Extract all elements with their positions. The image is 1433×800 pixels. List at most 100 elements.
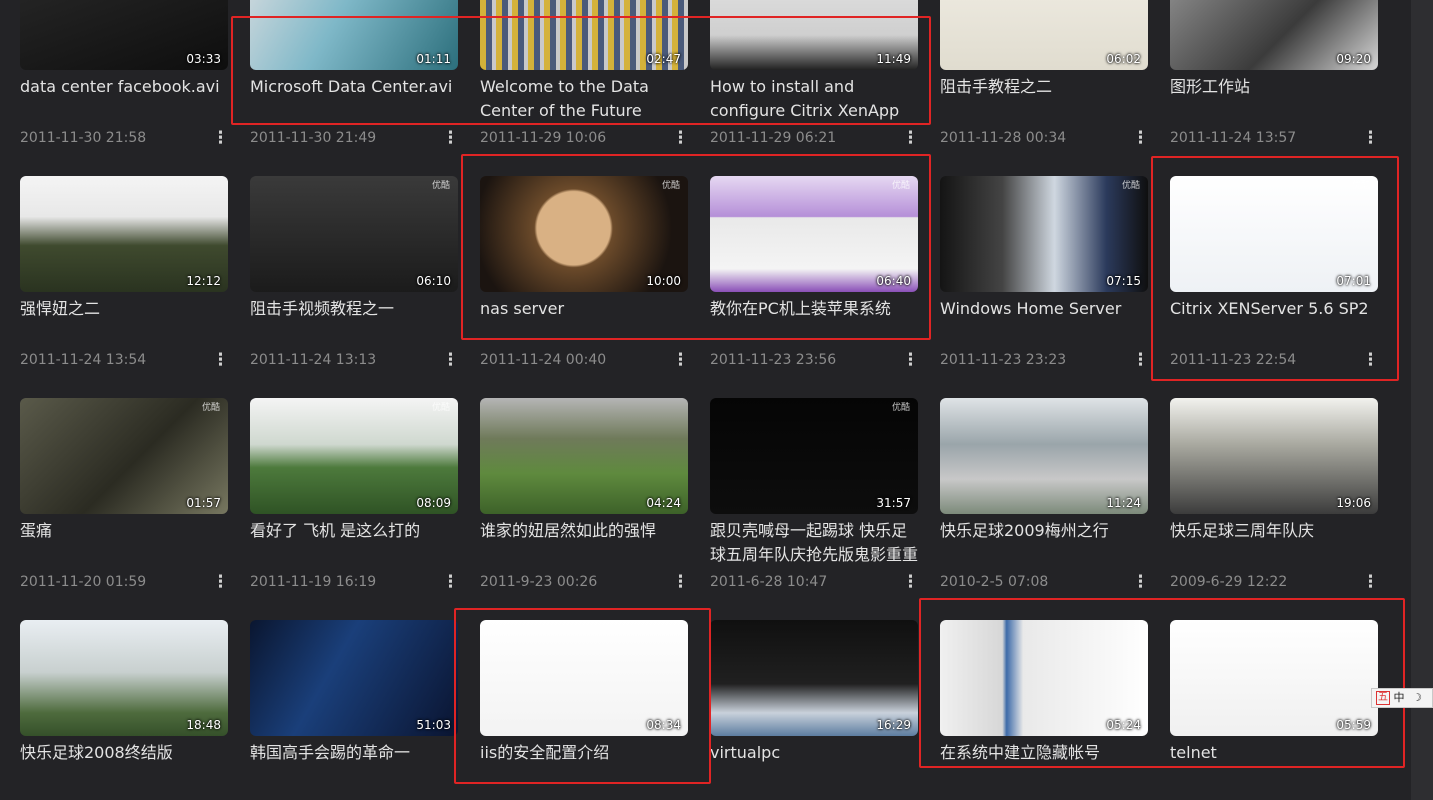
duration-label: 07:01: [1336, 274, 1371, 288]
video-title[interactable]: Welcome to the Data Center of the Future: [480, 75, 690, 123]
video-title[interactable]: 阻击手教程之二: [940, 75, 1150, 99]
video-title[interactable]: 蛋痛: [20, 519, 230, 543]
video-title[interactable]: iis的安全配置介绍: [480, 741, 690, 765]
more-options-icon[interactable]: ⋮: [672, 572, 689, 592]
ime-language-toggle[interactable]: 中: [1390, 690, 1408, 706]
scrollbar-track[interactable]: [1411, 0, 1433, 800]
video-title[interactable]: 快乐足球2009梅州之行: [940, 519, 1150, 543]
video-card[interactable]: 优酷 06:10 阻击手视频教程之一 2011-11-24 13:13 ⋮: [250, 176, 460, 370]
video-thumbnail[interactable]: Servers03:33: [20, 0, 228, 70]
video-thumbnail[interactable]: 18:48: [20, 620, 228, 736]
video-card[interactable]: 优酷 10:00 nas server 2011-11-24 00:40 ⋮: [480, 176, 690, 370]
video-card[interactable]: 优酷 08:09 看好了 飞机 是这么打的 2011-11-19 16:19 ⋮: [250, 398, 460, 592]
video-card[interactable]: 18:48 快乐足球2008终结版: [20, 620, 230, 780]
video-card[interactable]: 优酷 31:57 跟贝壳喊母一起踢球 快乐足球五周年队庆抢先版鬼影重重 2011-6-…: [710, 398, 920, 592]
duration-label: 08:34: [646, 718, 681, 732]
video-card[interactable]: 优酷 07:15 Windows Home Server 2011-11-23 23:…: [940, 176, 1150, 370]
duration-label: 11:24: [1106, 496, 1141, 510]
video-card[interactable]: 05:59 telnet: [1170, 620, 1380, 780]
video-title[interactable]: How to install and configure Citrix XenA…: [710, 75, 920, 123]
video-thumbnail[interactable]: 优酷 06:40: [710, 176, 918, 292]
ime-toolbar[interactable]: 五 中 ☽: [1371, 688, 1433, 708]
duration-label: 05:24: [1106, 718, 1141, 732]
video-title[interactable]: Microsoft Data Center.avi: [250, 75, 460, 99]
video-title[interactable]: Citrix XENServer 5.6 SP2: [1170, 297, 1380, 321]
source-badge: 优酷: [891, 403, 910, 413]
video-title[interactable]: 阻击手视频教程之一: [250, 297, 460, 321]
video-card[interactable]: 优酷 01:57 蛋痛 2011-11-20 01:59 ⋮: [20, 398, 230, 592]
video-thumbnail[interactable]: 06:02: [940, 0, 1148, 70]
more-options-icon[interactable]: ⋮: [672, 128, 689, 148]
video-title[interactable]: 在系统中建立隐藏帐号: [940, 741, 1150, 765]
video-thumbnail[interactable]: 优酷 31:57: [710, 398, 918, 514]
video-thumbnail[interactable]: 16:29: [710, 620, 918, 736]
video-thumbnail[interactable]: 05:24: [940, 620, 1148, 736]
video-card[interactable]: 01:11 Microsoft Data Center.avi 2011-11-30…: [250, 0, 460, 148]
video-thumbnail[interactable]: 01:11: [250, 0, 458, 70]
video-card[interactable]: 08:34 iis的安全配置介绍: [480, 620, 690, 780]
video-thumbnail[interactable]: 优酷 06:10: [250, 176, 458, 292]
video-card[interactable]: 优酷 06:40 教你在PC机上装苹果系统 2011-11-23 23:56 ⋮: [710, 176, 920, 370]
more-options-icon[interactable]: ⋮: [212, 350, 229, 370]
video-title[interactable]: 快乐足球三周年队庆: [1170, 519, 1380, 543]
video-title[interactable]: telnet: [1170, 741, 1380, 765]
video-card[interactable]: 12:12 强悍妞之二 2011-11-24 13:54 ⋮: [20, 176, 230, 370]
moon-icon[interactable]: ☽: [1408, 690, 1426, 706]
video-title[interactable]: data center facebook.avi: [20, 75, 230, 99]
video-card[interactable]: 51:03 韩国高手会踢的革命一: [250, 620, 460, 780]
more-options-icon[interactable]: ⋮: [672, 350, 689, 370]
video-title[interactable]: 图形工作站: [1170, 75, 1380, 99]
video-thumbnail[interactable]: 11:49: [710, 0, 918, 70]
video-card[interactable]: 06:02 阻击手教程之二 2011-11-28 00:34 ⋮: [940, 0, 1150, 148]
video-title[interactable]: Windows Home Server: [940, 297, 1150, 321]
video-thumbnail[interactable]: 51:03: [250, 620, 458, 736]
more-options-icon[interactable]: ⋮: [902, 572, 919, 592]
video-thumbnail[interactable]: 09:20: [1170, 0, 1378, 70]
video-title[interactable]: 看好了 飞机 是这么打的: [250, 519, 460, 543]
video-card[interactable]: 11:49 How to install and configure Citrix…: [710, 0, 920, 148]
more-options-icon[interactable]: ⋮: [442, 128, 459, 148]
more-options-icon[interactable]: ⋮: [442, 350, 459, 370]
video-thumbnail[interactable]: 优酷 07:15: [940, 176, 1148, 292]
video-title[interactable]: nas server: [480, 297, 690, 321]
more-options-icon[interactable]: ⋮: [1362, 350, 1379, 370]
video-thumbnail[interactable]: 05:59: [1170, 620, 1378, 736]
video-title[interactable]: 教你在PC机上装苹果系统: [710, 297, 920, 321]
more-options-icon[interactable]: ⋮: [1362, 128, 1379, 148]
video-thumbnail[interactable]: 02:47: [480, 0, 688, 70]
video-thumbnail[interactable]: 19:06: [1170, 398, 1378, 514]
more-options-icon[interactable]: ⋮: [902, 128, 919, 148]
more-options-icon[interactable]: ⋮: [1132, 128, 1149, 148]
video-thumbnail[interactable]: 优酷 10:00: [480, 176, 688, 292]
video-title[interactable]: 跟贝壳喊母一起踢球 快乐足球五周年队庆抢先版鬼影重重: [710, 519, 920, 567]
video-card[interactable]: 05:24 在系统中建立隐藏帐号: [940, 620, 1150, 780]
video-title[interactable]: 强悍妞之二: [20, 297, 230, 321]
video-card[interactable]: Servers03:33 data center facebook.avi 2011…: [20, 0, 230, 148]
more-options-icon[interactable]: ⋮: [212, 572, 229, 592]
video-thumbnail[interactable]: 优酷 01:57: [20, 398, 228, 514]
video-thumbnail[interactable]: 04:24: [480, 398, 688, 514]
video-card[interactable]: 11:24 快乐足球2009梅州之行 2010-2-5 07:08 ⋮: [940, 398, 1150, 592]
video-thumbnail[interactable]: 08:34: [480, 620, 688, 736]
video-title[interactable]: 韩国高手会踢的革命一: [250, 741, 460, 765]
video-card[interactable]: 优酷 07:01 Citrix XENServer 5.6 SP2 2011-11-2…: [1170, 176, 1380, 370]
video-title[interactable]: virtualpc: [710, 741, 920, 765]
video-thumbnail[interactable]: 11:24: [940, 398, 1148, 514]
video-thumbnail[interactable]: 优酷 08:09: [250, 398, 458, 514]
video-title[interactable]: 快乐足球2008终结版: [20, 741, 230, 765]
video-card[interactable]: 09:20 图形工作站 2011-11-24 13:57 ⋮: [1170, 0, 1380, 148]
video-title[interactable]: 谁家的妞居然如此的强悍: [480, 519, 690, 543]
video-card[interactable]: 19:06 快乐足球三周年队庆 2009-6-29 12:22 ⋮: [1170, 398, 1380, 592]
more-options-icon[interactable]: ⋮: [902, 350, 919, 370]
more-options-icon[interactable]: ⋮: [212, 128, 229, 148]
more-options-icon[interactable]: ⋮: [1132, 572, 1149, 592]
more-options-icon[interactable]: ⋮: [442, 572, 459, 592]
more-options-icon[interactable]: ⋮: [1132, 350, 1149, 370]
ime-wubi-icon[interactable]: 五: [1376, 691, 1390, 705]
video-thumbnail[interactable]: 12:12: [20, 176, 228, 292]
video-card[interactable]: 16:29 virtualpc: [710, 620, 920, 780]
more-options-icon[interactable]: ⋮: [1362, 572, 1379, 592]
video-card[interactable]: 04:24 谁家的妞居然如此的强悍 2011-9-23 00:26 ⋮: [480, 398, 690, 592]
video-card[interactable]: 02:47 Welcome to the Data Center of the F…: [480, 0, 690, 148]
video-thumbnail[interactable]: 优酷 07:01: [1170, 176, 1378, 292]
